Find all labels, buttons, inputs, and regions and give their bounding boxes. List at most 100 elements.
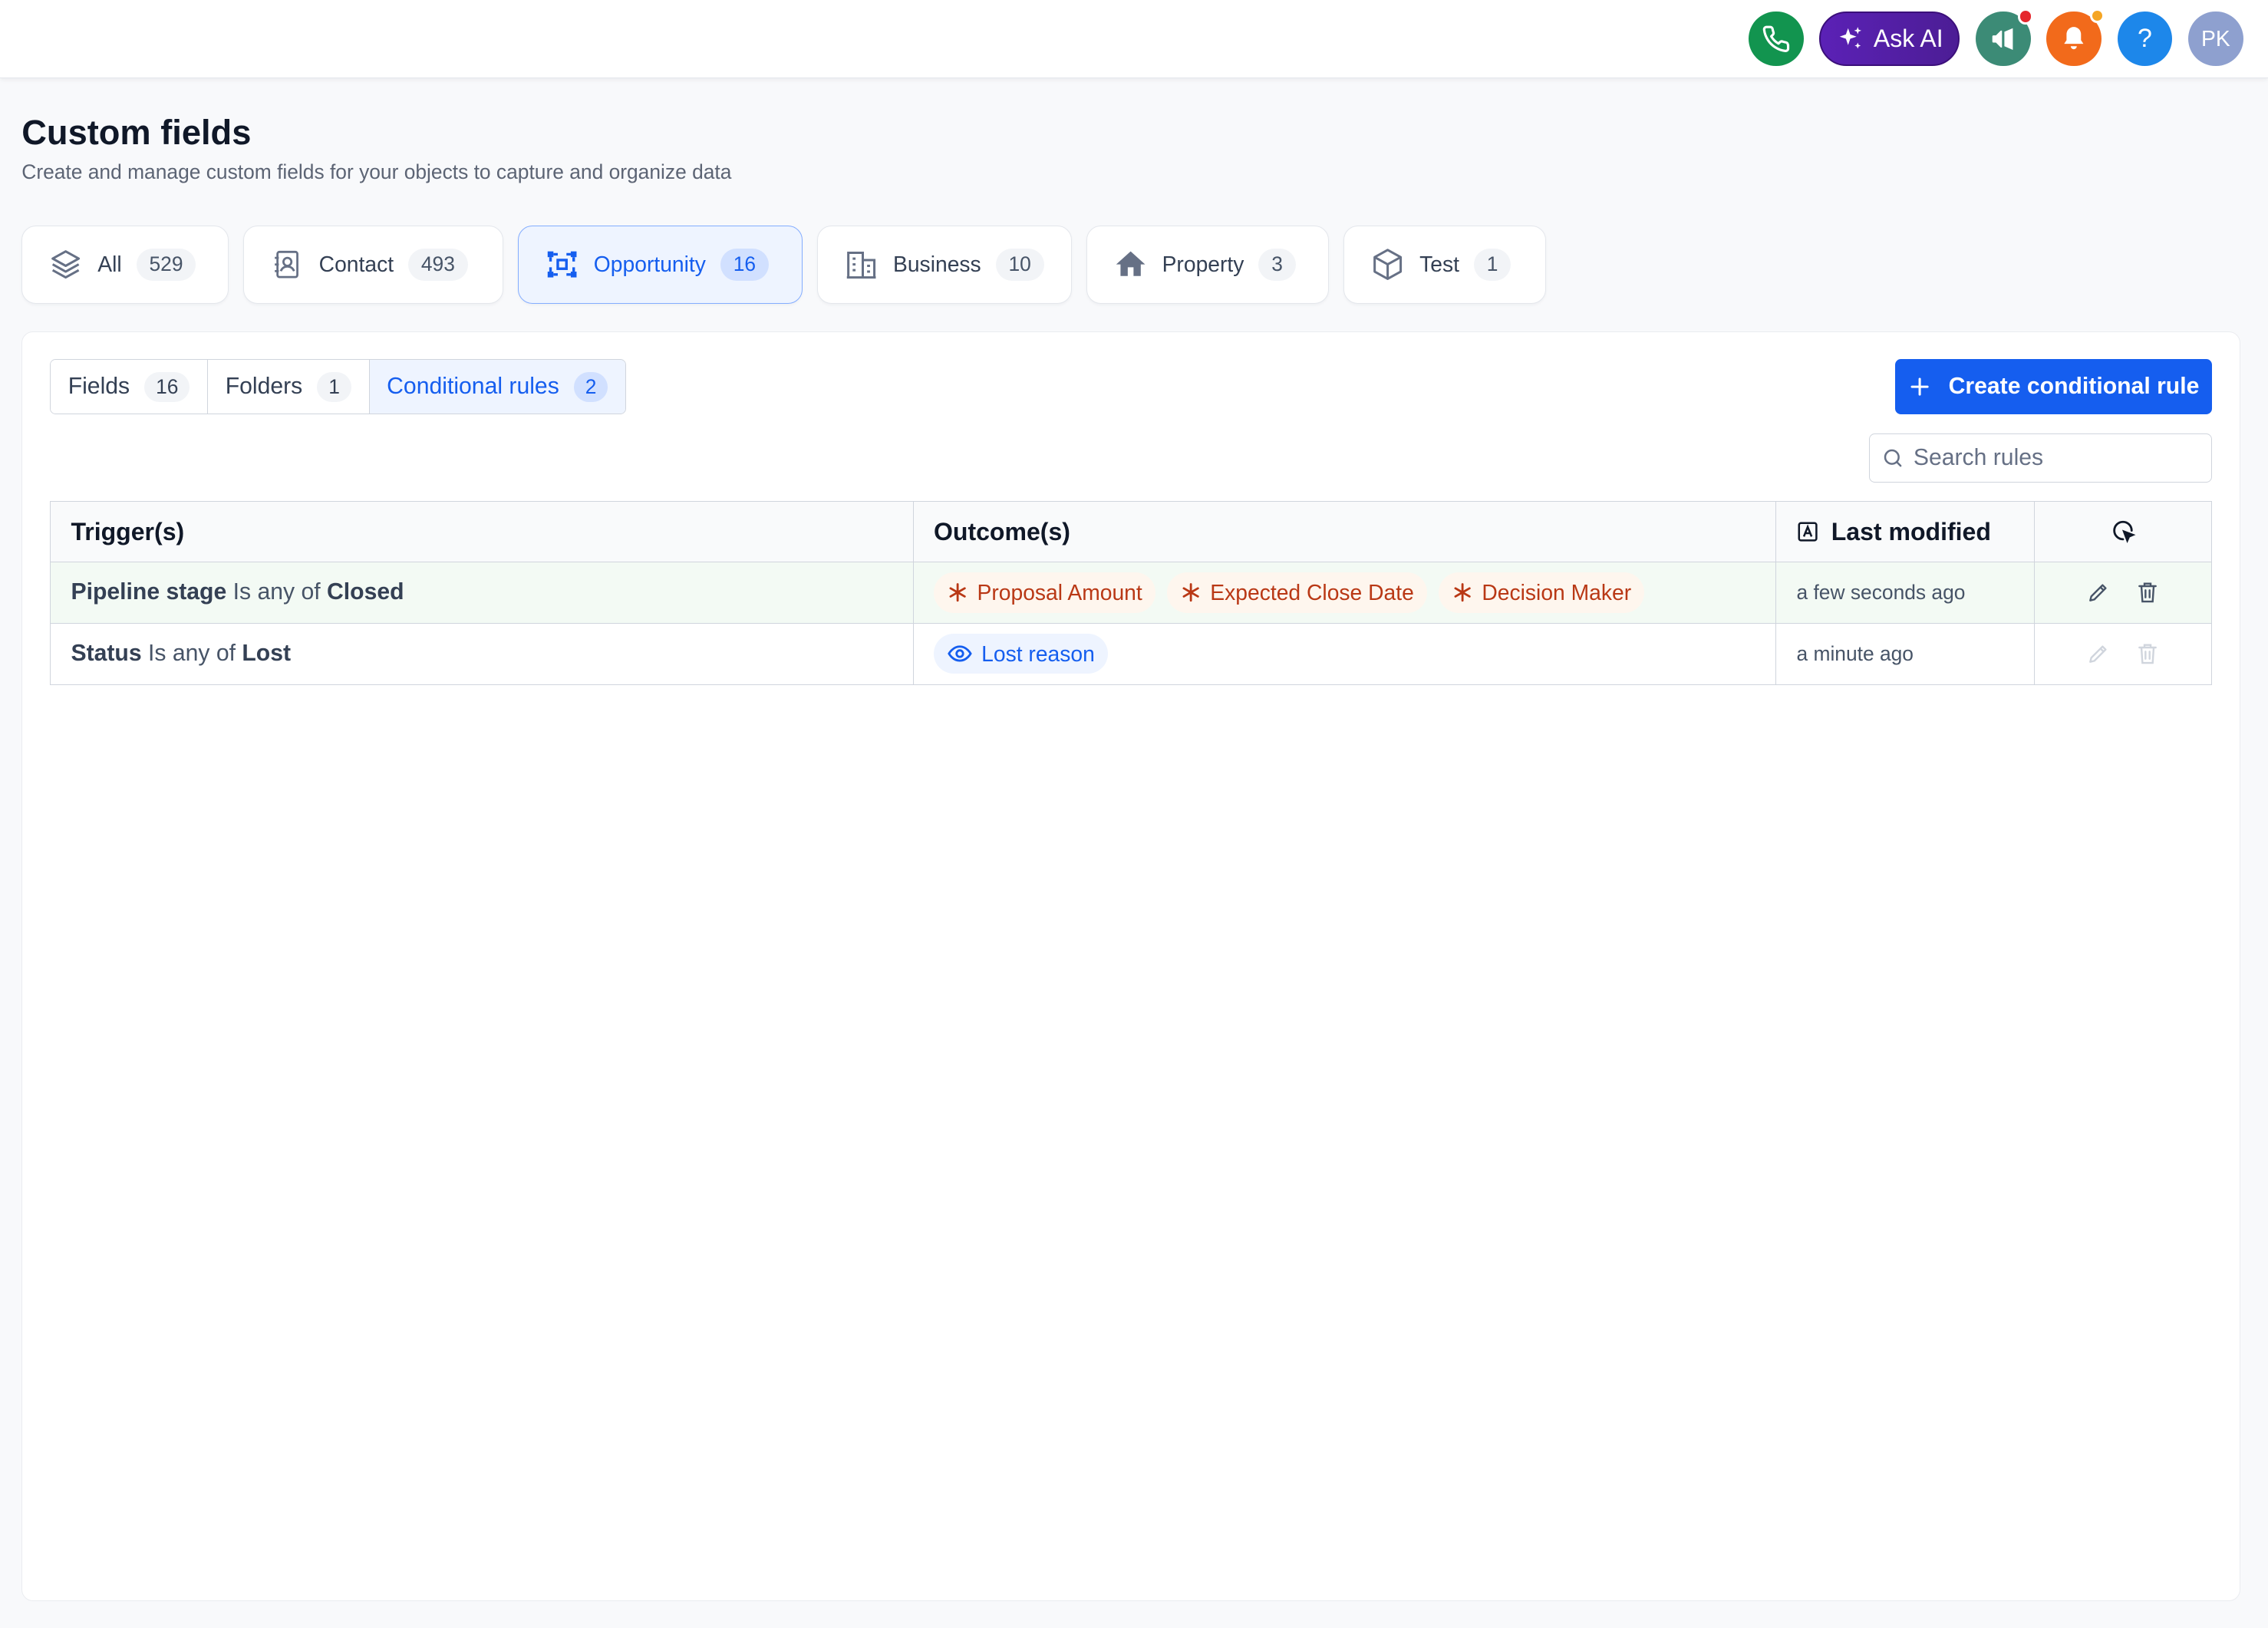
help-icon: ? (2138, 23, 2152, 53)
tab-conditional-rules[interactable]: Conditional rules 2 (369, 360, 626, 414)
page-title: Custom fields (21, 113, 252, 153)
trigger-field: Status (71, 641, 142, 667)
delete-icon[interactable] (2135, 641, 2160, 666)
table-header: Trigger(s) Outcome(s) Last modified (51, 502, 2212, 563)
object-tabs: All 529 Contact 493 Opportunity 16 Busin… (21, 226, 1546, 304)
header-last-modified-label: Last modified (1831, 517, 1991, 545)
object-tab-label: Opportunity (593, 252, 706, 277)
row-actions (2035, 624, 2211, 684)
outcome-pill: Decision Maker (1438, 572, 1645, 613)
sparkle-icon (1839, 26, 1861, 48)
header-actions[interactable] (2035, 502, 2211, 562)
tab-fields[interactable]: Fields 16 (51, 360, 209, 414)
last-modified: a few seconds ago (1776, 562, 2036, 623)
create-conditional-rule-button[interactable]: Create conditional rule (1895, 359, 2213, 415)
opportunity-icon (545, 247, 579, 282)
edit-icon[interactable] (2086, 641, 2111, 666)
outcome-label: Proposal Amount (977, 579, 1142, 605)
phone-icon (1762, 25, 1790, 52)
help-button[interactable]: ? (2117, 11, 2173, 67)
outcome-cell: Lost reason (914, 623, 1777, 684)
trigger-value: Lost (242, 641, 292, 667)
plus-icon (1910, 377, 1929, 396)
contact-book-icon (270, 247, 305, 282)
object-tab-property[interactable]: Property 3 (1086, 226, 1330, 304)
outcome-cell: Proposal Amount Expected Close Date Deci… (914, 562, 1777, 623)
bell-icon (2064, 26, 2084, 49)
search-box (1869, 433, 2213, 483)
header-outcomes: Outcome(s) (914, 502, 1777, 562)
table-row[interactable]: Pipeline stage Is any of Closed Proposal… (51, 562, 2212, 624)
top-bar: Ask AI ? PK (0, 0, 2268, 78)
object-tab-label: Contact (318, 252, 394, 277)
notification-badge (2089, 8, 2105, 23)
ask-ai-button[interactable]: Ask AI (1819, 11, 1960, 67)
announcement-badge (2017, 8, 2034, 25)
table-row[interactable]: Status Is any of Lost Lost reason a minu… (51, 623, 2211, 684)
announcements-button[interactable] (1975, 8, 2034, 67)
object-tab-count: 3 (1258, 248, 1296, 282)
sub-tabs: Fields 16 Folders 1 Conditional rules 2 (50, 359, 627, 415)
trigger-value: Closed (327, 579, 404, 605)
last-modified: a minute ago (1776, 623, 2036, 684)
layers-icon (48, 247, 83, 282)
cube-icon (1370, 247, 1405, 282)
object-tab-opportunity[interactable]: Opportunity 16 (517, 226, 803, 304)
object-tab-business[interactable]: Business 10 (816, 226, 1072, 304)
eye-icon (948, 645, 972, 662)
tab-label: Folders (225, 374, 303, 400)
megaphone-icon (1992, 28, 2013, 50)
outcome-pill: Expected Close Date (1166, 572, 1427, 613)
tab-folders[interactable]: Folders 1 (208, 360, 370, 414)
outcome-pill: Proposal Amount (933, 572, 1155, 613)
edit-icon[interactable] (2086, 580, 2111, 605)
row-actions (2035, 562, 2211, 622)
avatar[interactable]: PK (2188, 11, 2243, 67)
asterisk-icon (949, 583, 966, 602)
outcome-label: Decision Maker (1482, 579, 1632, 605)
asterisk-icon (1182, 583, 1199, 602)
rules-table: Trigger(s) Outcome(s) Last modified Pipe… (50, 501, 2213, 685)
refresh-pointer-icon (2113, 521, 2136, 544)
outcome-label: Lost reason (981, 641, 1095, 666)
ask-ai-label: Ask AI (1873, 24, 1943, 52)
tab-label: Conditional rules (387, 374, 559, 400)
house-icon (1113, 247, 1148, 282)
object-tab-all[interactable]: All 529 (21, 226, 229, 304)
object-tab-count: 10 (995, 248, 1044, 282)
tab-label: Fields (68, 374, 130, 400)
object-tab-test[interactable]: Test 1 (1343, 226, 1546, 304)
trigger-field: Pipeline stage (71, 579, 227, 605)
outcome-pill: Lost reason (933, 633, 1108, 674)
trigger-operator: Is any of (148, 641, 236, 667)
asterisk-icon (1454, 583, 1471, 602)
object-tab-count: 16 (720, 248, 770, 282)
object-tab-count: 529 (136, 248, 196, 282)
trigger-cell: Status Is any of Lost (51, 623, 914, 684)
header-triggers: Trigger(s) (51, 502, 914, 562)
object-tab-contact[interactable]: Contact 493 (242, 226, 503, 304)
avatar-initials: PK (2200, 25, 2230, 51)
building-icon (844, 247, 879, 282)
outcome-label: Expected Close Date (1210, 579, 1414, 605)
content-card: Fields 16 Folders 1 Conditional rules 2 … (21, 331, 2240, 1601)
sort-text-icon (1798, 522, 1818, 542)
trigger-cell: Pipeline stage Is any of Closed (51, 562, 914, 623)
object-tab-label: Property (1162, 252, 1244, 277)
phone-button[interactable] (1749, 11, 1804, 67)
notifications-button[interactable] (2046, 8, 2105, 67)
page-subtitle: Create and manage custom fields for your… (21, 160, 732, 184)
search-icon (1884, 449, 1902, 466)
object-tab-label: All (97, 252, 122, 277)
delete-icon[interactable] (2135, 580, 2160, 605)
tab-count: 2 (573, 372, 608, 402)
object-tab-label: Business (892, 252, 981, 277)
object-tab-count: 1 (1473, 248, 1511, 282)
object-tab-label: Test (1419, 252, 1459, 277)
object-tab-count: 493 (407, 248, 468, 282)
header-last-modified[interactable]: Last modified (1776, 502, 2036, 562)
tab-count: 16 (143, 372, 190, 402)
create-button-label: Create conditional rule (1948, 374, 2200, 400)
search-input[interactable] (1913, 444, 2188, 471)
trigger-operator: Is any of (232, 579, 321, 605)
